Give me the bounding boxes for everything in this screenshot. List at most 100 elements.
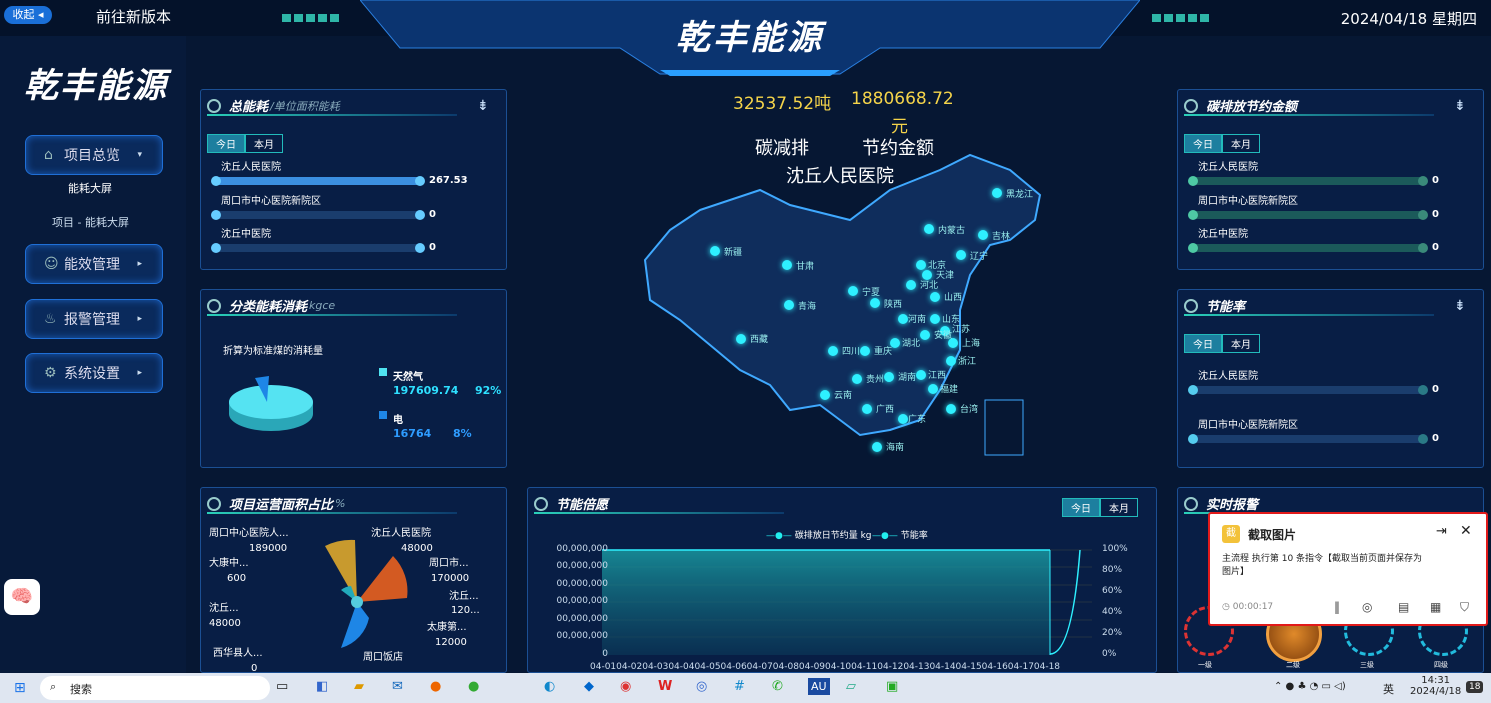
row-label: 周口市中心医院新院区 bbox=[1198, 420, 1298, 431]
new-version-link[interactable]: 前往新版本 bbox=[96, 6, 171, 27]
row-value: 0 bbox=[1432, 242, 1439, 253]
clock[interactable]: 14:31 2024/4/18 bbox=[1410, 675, 1461, 697]
app-book-icon[interactable]: ▱ bbox=[846, 679, 856, 694]
sort-icon[interactable]: ⇟ bbox=[477, 98, 489, 114]
carbon-value: 32537.52吨 bbox=[733, 94, 832, 114]
rose-label: 西华县人... bbox=[213, 648, 263, 659]
progress-bar bbox=[211, 243, 425, 253]
nav-efficiency[interactable]: ☺ 能效管理 ▸ bbox=[25, 244, 163, 284]
rose-label: 沈丘人民医院 bbox=[371, 528, 431, 539]
sort-icon[interactable]: ⇟ bbox=[1454, 298, 1466, 314]
notification-badge[interactable]: 18 bbox=[1466, 681, 1484, 693]
row-label: 沈丘人民医院 bbox=[221, 162, 281, 173]
nav-project-overview[interactable]: ⌂ 项目总览 ▾ bbox=[25, 135, 163, 175]
x-tick-label: 04-16 bbox=[981, 662, 1008, 672]
x-tick-label: 04-12 bbox=[877, 662, 904, 672]
rose-value: 12000 bbox=[435, 637, 467, 648]
legend-series-2: —●— 节能率 bbox=[872, 531, 928, 541]
x-tick-label: 04-14 bbox=[929, 662, 956, 672]
app-green-icon[interactable]: ● bbox=[468, 679, 479, 694]
x-tick-label: 04-01 bbox=[590, 662, 617, 672]
collapse-button[interactable]: 收起 ◂ bbox=[4, 6, 52, 24]
rose-value: 48000 bbox=[209, 618, 241, 629]
x-tick-label: 04-04 bbox=[668, 662, 695, 672]
row-label: 周口市中心医院新院区 bbox=[1198, 196, 1298, 207]
pie-chart bbox=[229, 376, 313, 431]
tab-month[interactable]: 本月 bbox=[245, 134, 283, 153]
sidebar-logo: 乾丰能源 bbox=[24, 66, 168, 106]
firefox-icon[interactable]: ● bbox=[430, 679, 441, 694]
gauge-label: 一级 bbox=[1198, 661, 1212, 669]
app-hash-icon[interactable]: # bbox=[734, 679, 745, 694]
windows-start-icon[interactable]: ⊞ bbox=[14, 680, 26, 696]
progress-bar bbox=[1188, 243, 1428, 253]
map-markers: 黑龙江 吉林 辽宁 内蒙古 新疆 甘肃 青海 宁夏 陕西 山西 北京 天津 河北… bbox=[640, 150, 1050, 470]
search-input[interactable]: ⌕ 搜索 bbox=[40, 676, 270, 700]
taskbar: ⊞ ⌕ 搜索 ▭ ◧ ▰ ✉ ● ● ◐ ◆ ◉ W ◎ # ✆ AU ▱ ▣ ⌃… bbox=[0, 673, 1491, 703]
rose-label: 周口市... bbox=[429, 558, 469, 569]
tab-today[interactable]: 今日 bbox=[1184, 334, 1222, 353]
progress-bar bbox=[211, 210, 425, 220]
table-icon[interactable]: ▦ bbox=[1430, 600, 1441, 614]
sort-icon[interactable]: ⇟ bbox=[1454, 98, 1466, 114]
area-share-panel: 项目运营面积占比% 周口中心医院人... 189000 沈丘人民医院 48000… bbox=[200, 487, 507, 674]
tab-month[interactable]: 本月 bbox=[1100, 498, 1138, 517]
pause-icon[interactable]: ‖ bbox=[1334, 600, 1340, 614]
legend-pct: 92% bbox=[475, 384, 502, 397]
tab-month[interactable]: 本月 bbox=[1222, 134, 1260, 153]
capture-popup: 截 截取图片 ⇥ ✕ 主流程 执行第 10 条指令【截取当前页面并保存为图片】 … bbox=[1208, 512, 1488, 626]
x-tick-label: 04-06 bbox=[720, 662, 747, 672]
x-tick-label: 04-18 bbox=[1033, 662, 1061, 672]
app-au-icon[interactable]: AU bbox=[808, 678, 830, 695]
x-tick-label: 04-15 bbox=[955, 662, 982, 672]
x-tick-label: 04-03 bbox=[642, 662, 669, 672]
carbon-saving-panel: 碳排放节约金额 ⇟ 今日 本月 沈丘人民医院 0 周口市中心医院新院区 0 沈丘中… bbox=[1177, 89, 1484, 270]
rose-label: 大康中... bbox=[209, 558, 249, 569]
close-icon[interactable]: ✕ bbox=[1460, 523, 1472, 539]
rose-value: 170000 bbox=[431, 573, 470, 584]
gauge-icon bbox=[207, 298, 221, 313]
app-blue-icon[interactable]: ◆ bbox=[584, 679, 594, 694]
main-title: 乾丰能源 bbox=[676, 18, 824, 58]
app-search-icon[interactable]: ◎ bbox=[696, 679, 707, 694]
rose-label: 太康第... bbox=[427, 622, 467, 633]
stop-icon[interactable]: ◎ bbox=[1362, 600, 1372, 614]
search-icon: ⌕ bbox=[50, 680, 57, 693]
alarm-icon: ♨ bbox=[44, 311, 57, 327]
chrome-icon[interactable]: ◉ bbox=[620, 679, 631, 694]
store-icon[interactable]: ◧ bbox=[316, 679, 328, 694]
ime-indicator[interactable]: 英 bbox=[1383, 681, 1394, 697]
rose-label: 周口中心医院人... bbox=[209, 528, 289, 539]
wps-icon[interactable]: W bbox=[658, 679, 672, 694]
header-stripe-left bbox=[282, 14, 340, 22]
tab-today[interactable]: 今日 bbox=[1062, 498, 1100, 517]
folder-icon[interactable]: ▰ bbox=[354, 679, 364, 694]
edge-icon[interactable]: ◐ bbox=[544, 679, 555, 694]
gauge-label: 四级 bbox=[1434, 661, 1448, 669]
nav-sub-active[interactable]: 能耗大屏 bbox=[68, 180, 112, 196]
popup-body: 主流程 执行第 10 条指令【截取当前页面并保存为图片】 bbox=[1222, 554, 1423, 577]
row-label: 周口市中心医院新院区 bbox=[221, 196, 321, 207]
row-value: 267.53 bbox=[429, 175, 468, 186]
wechat-icon[interactable]: ✆ bbox=[772, 679, 783, 694]
log-icon[interactable]: ▤ bbox=[1398, 600, 1409, 614]
task-view-icon[interactable]: ▭ bbox=[276, 679, 288, 694]
assistant-icon[interactable]: 🧠 bbox=[4, 579, 40, 615]
legend-value: 16764 bbox=[393, 427, 432, 440]
row-value: 0 bbox=[1432, 175, 1439, 186]
app-screen-icon[interactable]: ▣ bbox=[886, 679, 898, 694]
row-label: 沈丘中医院 bbox=[221, 229, 271, 240]
chevron-down-icon: ▾ bbox=[137, 150, 142, 160]
nav-alarm[interactable]: ♨ 报警管理 ▸ bbox=[25, 299, 163, 339]
mail-icon[interactable]: ✉ bbox=[392, 679, 403, 694]
tab-today[interactable]: 今日 bbox=[1184, 134, 1222, 153]
tab-month[interactable]: 本月 bbox=[1222, 334, 1260, 353]
tray-icons[interactable]: ⌃ ● ♣ ◔ ▭ ◁) bbox=[1274, 681, 1346, 692]
tab-today[interactable]: 今日 bbox=[207, 134, 245, 153]
collapse-icon[interactable]: ⇥ bbox=[1436, 524, 1447, 539]
x-tick-label: 04-13 bbox=[903, 662, 930, 672]
shield-icon[interactable]: ⛉ bbox=[1460, 600, 1469, 615]
rose-label: 周口饭店 bbox=[363, 652, 403, 663]
nav-settings[interactable]: ⚙ 系统设置 ▸ bbox=[25, 353, 163, 393]
progress-bar bbox=[211, 176, 425, 186]
